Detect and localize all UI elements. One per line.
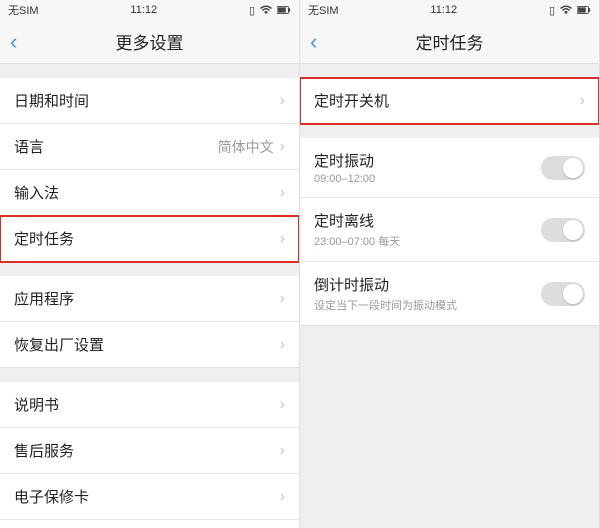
back-button[interactable]: ‹ xyxy=(310,29,317,55)
row-value: 简体中文 xyxy=(218,137,274,157)
phone-left: 无SIM 11:12 ▯ ‹ 更多设置 日期和时间 › 语言 简体中文 › xyxy=(0,0,300,528)
row-label: 售后服务 xyxy=(14,440,74,461)
row-applications[interactable]: 应用程序 › xyxy=(0,276,299,322)
row-label: 定时振动 xyxy=(314,150,375,171)
row-label: 定时任务 xyxy=(14,228,74,249)
wifi-icon xyxy=(259,5,273,15)
chevron-right-icon: › xyxy=(580,92,585,110)
row-label: 电子保修卡 xyxy=(14,486,89,507)
settings-list: 日期和时间 › 语言 简体中文 › 输入法 › 定时任务 › 应用程序 xyxy=(0,64,299,528)
chevron-right-icon: › xyxy=(280,230,285,248)
battery-icon xyxy=(577,5,591,15)
chevron-right-icon: › xyxy=(280,488,285,506)
chevron-right-icon: › xyxy=(280,396,285,414)
clock: 11:12 xyxy=(130,4,157,16)
scheduled-tasks-list: 定时开关机 › 定时振动 09:00–12:00 定时离线 23:00–07:0… xyxy=(300,64,599,528)
row-label: 应用程序 xyxy=(14,288,74,309)
nav-bar: ‹ 定时任务 xyxy=(300,20,599,64)
page-title: 更多设置 xyxy=(116,29,184,54)
row-user-experience[interactable]: 用户体验改进计划 已开启 › xyxy=(0,520,299,528)
row-label: 输入法 xyxy=(14,182,59,203)
row-input-method[interactable]: 输入法 › xyxy=(0,170,299,216)
back-button[interactable]: ‹ xyxy=(10,29,17,55)
chevron-right-icon: › xyxy=(280,92,285,110)
chevron-right-icon: › xyxy=(280,138,285,156)
row-scheduled-offline[interactable]: 定时离线 23:00–07:00 每天 xyxy=(300,198,599,262)
toggle-switch[interactable] xyxy=(541,156,585,180)
row-date-time[interactable]: 日期和时间 › xyxy=(0,78,299,124)
chevron-right-icon: › xyxy=(280,290,285,308)
row-subtitle: 09:00–12:00 xyxy=(314,173,375,185)
row-language[interactable]: 语言 简体中文 › xyxy=(0,124,299,170)
row-scheduled-vibrate[interactable]: 定时振动 09:00–12:00 xyxy=(300,138,599,198)
chevron-right-icon: › xyxy=(280,184,285,202)
row-warranty[interactable]: 电子保修卡 › xyxy=(0,474,299,520)
row-scheduled-power[interactable]: 定时开关机 › xyxy=(300,78,599,124)
row-subtitle: 设定当下一段时间为振动模式 xyxy=(314,297,457,313)
row-label: 倒计时振动 xyxy=(314,274,457,295)
row-scheduled-tasks[interactable]: 定时任务 › xyxy=(0,216,299,262)
sim-status: 无SIM xyxy=(308,2,339,18)
row-label: 定时开关机 xyxy=(314,90,389,111)
status-bar: 无SIM 11:12 ▯ xyxy=(0,0,299,20)
chevron-right-icon: › xyxy=(280,336,285,354)
status-bar: 无SIM 11:12 ▯ xyxy=(300,0,599,20)
row-countdown-vibrate[interactable]: 倒计时振动 设定当下一段时间为振动模式 xyxy=(300,262,599,326)
row-factory-reset[interactable]: 恢复出厂设置 › xyxy=(0,322,299,368)
battery-icon xyxy=(277,5,291,15)
vibrate-icon: ▯ xyxy=(249,4,255,17)
toggle-switch[interactable] xyxy=(541,218,585,242)
toggle-switch[interactable] xyxy=(541,282,585,306)
nav-bar: ‹ 更多设置 xyxy=(0,20,299,64)
row-subtitle: 23:00–07:00 每天 xyxy=(314,233,400,249)
row-manual[interactable]: 说明书 › xyxy=(0,382,299,428)
row-label: 语言 xyxy=(14,136,44,157)
clock: 11:12 xyxy=(430,4,457,16)
wifi-icon xyxy=(559,5,573,15)
row-label: 定时离线 xyxy=(314,210,400,231)
page-title: 定时任务 xyxy=(416,29,484,54)
row-label: 说明书 xyxy=(14,394,59,415)
vibrate-icon: ▯ xyxy=(549,4,555,17)
row-label: 日期和时间 xyxy=(14,90,89,111)
sim-status: 无SIM xyxy=(8,2,39,18)
chevron-right-icon: › xyxy=(280,442,285,460)
phone-right: 无SIM 11:12 ▯ ‹ 定时任务 定时开关机 › 定时振动 09:00–1… xyxy=(300,0,600,528)
row-label: 恢复出厂设置 xyxy=(14,334,104,355)
row-after-sales[interactable]: 售后服务 › xyxy=(0,428,299,474)
